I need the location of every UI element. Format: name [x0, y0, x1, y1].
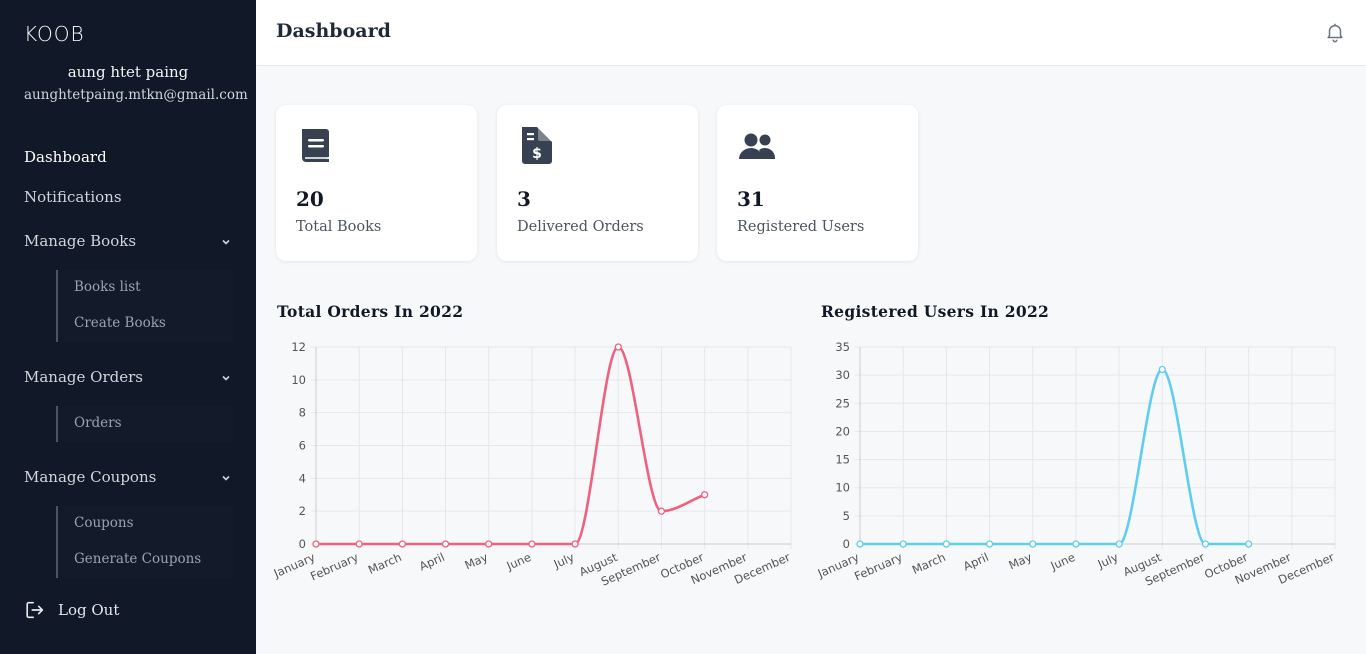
data-point[interactable]	[899, 540, 907, 548]
orders-chart-title: Total Orders In 2022	[277, 302, 464, 321]
nav-notifications[interactable]: Notifications	[24, 188, 122, 206]
data-point[interactable]	[1115, 540, 1123, 548]
nav-create-books[interactable]: Create Books	[74, 315, 166, 331]
y-tick-label: 4	[299, 471, 306, 485]
y-tick-label: 25	[835, 396, 850, 410]
users-chart-title: Registered Users In 2022	[821, 302, 1050, 321]
y-tick-label: 20	[835, 424, 850, 438]
x-tick-label: February	[308, 550, 360, 584]
user-email: aunghtetpaing.mtkn@gmail.com	[24, 87, 248, 103]
y-tick-label: 15	[835, 453, 850, 467]
x-tick-label: April	[961, 550, 991, 573]
nav-manage-books[interactable]: Manage Books	[24, 232, 136, 250]
data-point[interactable]	[1244, 540, 1253, 548]
y-tick-label: 35	[835, 340, 850, 354]
x-tick-label: May	[1007, 550, 1035, 573]
x-tick-label: February	[852, 550, 904, 584]
x-tick-label: March	[366, 550, 404, 577]
logout-label: Log Out	[58, 601, 120, 619]
y-tick-label: 10	[291, 373, 306, 387]
x-tick-label: June	[504, 550, 533, 573]
nav-books-list[interactable]: Books list	[74, 279, 141, 295]
nav-coupons[interactable]: Coupons	[74, 515, 134, 531]
y-tick-label: 10	[835, 481, 850, 495]
sidebar: KOOB aung htet paing aunghtetpaing.mtkn@…	[0, 0, 256, 654]
delivered-orders-value: 3	[517, 187, 531, 211]
data-point[interactable]	[657, 507, 666, 515]
top-header: Dashboard	[256, 0, 1366, 66]
data-point[interactable]	[856, 540, 864, 548]
x-tick-label: May	[463, 550, 491, 573]
nav-manage-coupons[interactable]: Manage Coupons	[24, 468, 156, 486]
data-point[interactable]	[614, 343, 622, 351]
x-tick-label: July	[551, 550, 577, 572]
y-tick-label: 30	[835, 368, 850, 382]
books-submenu: Books list Create Books	[56, 270, 234, 342]
data-point[interactable]	[528, 540, 536, 548]
book-icon	[302, 129, 329, 162]
data-point[interactable]	[1072, 540, 1080, 548]
logout-icon	[26, 601, 44, 619]
y-tick-label: 0	[299, 537, 306, 551]
data-point[interactable]	[942, 540, 951, 548]
nav-generate-coupons[interactable]: Generate Coupons	[74, 551, 201, 567]
registered-users-label: Registered Users	[737, 219, 865, 235]
x-tick-label: March	[910, 550, 948, 577]
nav-manage-orders[interactable]: Manage Orders	[24, 368, 143, 386]
svg-text:$: $	[532, 146, 542, 162]
x-tick-label: July	[1095, 550, 1121, 572]
data-point[interactable]	[985, 540, 994, 548]
logout-button[interactable]: Log Out	[24, 598, 119, 622]
app-logo[interactable]: KOOB	[24, 22, 85, 46]
y-tick-label: 5	[843, 509, 850, 523]
total-books-label: Total Books	[296, 219, 382, 235]
data-point[interactable]	[441, 540, 450, 548]
chevron-down-icon[interactable]	[220, 236, 232, 248]
orders-submenu: Orders	[56, 406, 234, 442]
total-books-value: 20	[296, 187, 324, 211]
y-tick-label: 0	[843, 537, 850, 551]
y-tick-label: 6	[299, 439, 306, 453]
stat-card-delivered-orders: $ 3 Delivered Orders	[497, 105, 698, 261]
page-title: Dashboard	[276, 20, 391, 42]
data-point[interactable]	[1201, 540, 1210, 548]
orders-line-chart: 024681012JanuaryFebruary March April May Jun…	[271, 340, 793, 589]
users-icon	[739, 133, 776, 159]
data-point[interactable]	[398, 540, 407, 548]
data-point[interactable]	[700, 491, 709, 499]
series-line	[860, 368, 1249, 546]
nav-dashboard[interactable]: Dashboard	[24, 148, 107, 166]
x-tick-label: April	[417, 550, 447, 573]
bell-icon[interactable]	[1324, 21, 1346, 43]
y-tick-label: 8	[299, 406, 306, 420]
invoice-dollar-icon: $	[522, 127, 552, 164]
y-tick-label: 2	[299, 504, 306, 518]
stat-card-total-books: 20 Total Books	[276, 105, 477, 261]
stat-card-registered-users: 31 Registered Users	[717, 105, 918, 261]
users-line-chart: 05101520253035JanuaryFebruary March April M…	[815, 340, 1337, 589]
x-tick-label: June	[1048, 550, 1077, 573]
data-point[interactable]	[485, 540, 493, 548]
delivered-orders-label: Delivered Orders	[517, 219, 644, 235]
user-name: aung htet paing	[67, 63, 189, 81]
y-tick-label: 12	[291, 340, 306, 354]
coupons-submenu: Coupons Generate Coupons	[56, 506, 234, 578]
data-point[interactable]	[312, 540, 320, 548]
registered-users-value: 31	[737, 187, 765, 211]
data-point[interactable]	[1158, 365, 1166, 374]
data-point[interactable]	[1029, 540, 1037, 548]
nav-orders[interactable]: Orders	[74, 415, 122, 431]
data-point[interactable]	[355, 540, 363, 548]
chevron-down-icon[interactable]	[220, 472, 232, 484]
chevron-down-icon[interactable]	[220, 372, 232, 384]
data-point[interactable]	[571, 540, 579, 548]
